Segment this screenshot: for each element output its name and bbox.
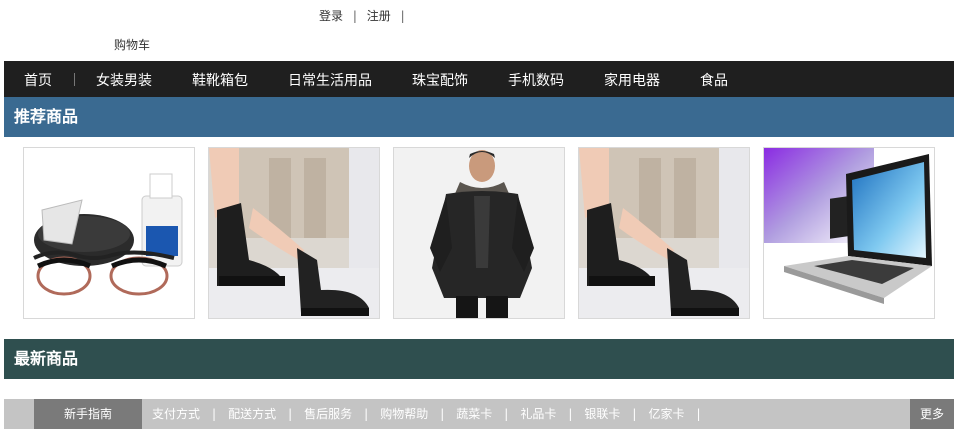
nav-item-daily-goods[interactable]: 日常生活用品 [288, 70, 372, 90]
black-ankle-boots-icon [209, 148, 379, 318]
separator: | [400, 9, 405, 23]
footer-link-beginner-guide[interactable]: 新手指南 [34, 399, 142, 429]
nav-divider [74, 73, 75, 86]
separator: | [568, 407, 573, 421]
nav-item-digital[interactable]: 手机数码 [508, 70, 564, 90]
black-ankle-boots-icon [579, 148, 749, 318]
product-card-boots[interactable] [578, 147, 750, 319]
product-card-laptop[interactable] [763, 147, 935, 319]
separator: | [288, 407, 293, 421]
nav-item-appliances[interactable]: 家用电器 [604, 70, 660, 90]
footer-help-bar: 新手指南 支付方式 | 配送方式 | 售后服务 | 购物帮助 | 蔬菜卡 | 礼品卡 | 银联卡 | 亿家卡… [4, 399, 954, 429]
separator: | [364, 407, 369, 421]
footer-link-after-sales[interactable]: 售后服务 [304, 407, 352, 421]
separator: | [504, 407, 509, 421]
footer-link-unionpay-card[interactable]: 银联卡 [584, 407, 620, 421]
footer-link-shopping-help[interactable]: 购物帮助 [380, 407, 428, 421]
login-link[interactable]: 登录 [319, 9, 343, 23]
footer-more-button[interactable]: 更多 [910, 399, 954, 429]
separator: | [696, 407, 701, 421]
nav-item-shoes-bags[interactable]: 鞋靴箱包 [192, 70, 248, 90]
nav-item-food[interactable]: 食品 [700, 70, 728, 90]
footer-links: 支付方式 | 配送方式 | 售后服务 | 购物帮助 | 蔬菜卡 | 礼品卡 | 银联卡 | 亿家卡 | [152, 399, 713, 429]
nav-item-clothing[interactable]: 女装男装 [96, 70, 152, 90]
footer-link-vegetable-card[interactable]: 蔬菜卡 [456, 407, 492, 421]
main-nav: 首页 女装男装 鞋靴箱包 日常生活用品 珠宝配饰 手机数码 家用电器 食品 [4, 61, 954, 97]
separator: | [440, 407, 445, 421]
register-link[interactable]: 注册 [367, 9, 391, 23]
product-card-jacket[interactable] [393, 147, 565, 319]
separator: | [632, 407, 637, 421]
nav-item-home[interactable]: 首页 [24, 70, 52, 90]
product-card-boots[interactable] [208, 147, 380, 319]
footer-link-yijia-card[interactable]: 亿家卡 [648, 407, 684, 421]
footer-link-payment[interactable]: 支付方式 [152, 407, 200, 421]
mens-black-jacket-icon [394, 148, 564, 318]
top-account-links: 登录 | 注册 | [319, 7, 411, 24]
latest-section-title: 最新商品 [4, 339, 954, 379]
separator: | [352, 9, 357, 23]
laptop-icon [764, 148, 934, 318]
cart-link[interactable]: 购物车 [114, 36, 150, 53]
footer-link-delivery[interactable]: 配送方式 [228, 407, 276, 421]
recommended-section-title: 推荐商品 [4, 97, 954, 137]
product-card-glasses[interactable] [23, 147, 195, 319]
nav-item-jewelry[interactable]: 珠宝配饰 [412, 70, 468, 90]
glasses-and-lens-cleaner-icon [24, 148, 194, 318]
footer-link-gift-card[interactable]: 礼品卡 [520, 407, 556, 421]
separator: | [212, 407, 217, 421]
